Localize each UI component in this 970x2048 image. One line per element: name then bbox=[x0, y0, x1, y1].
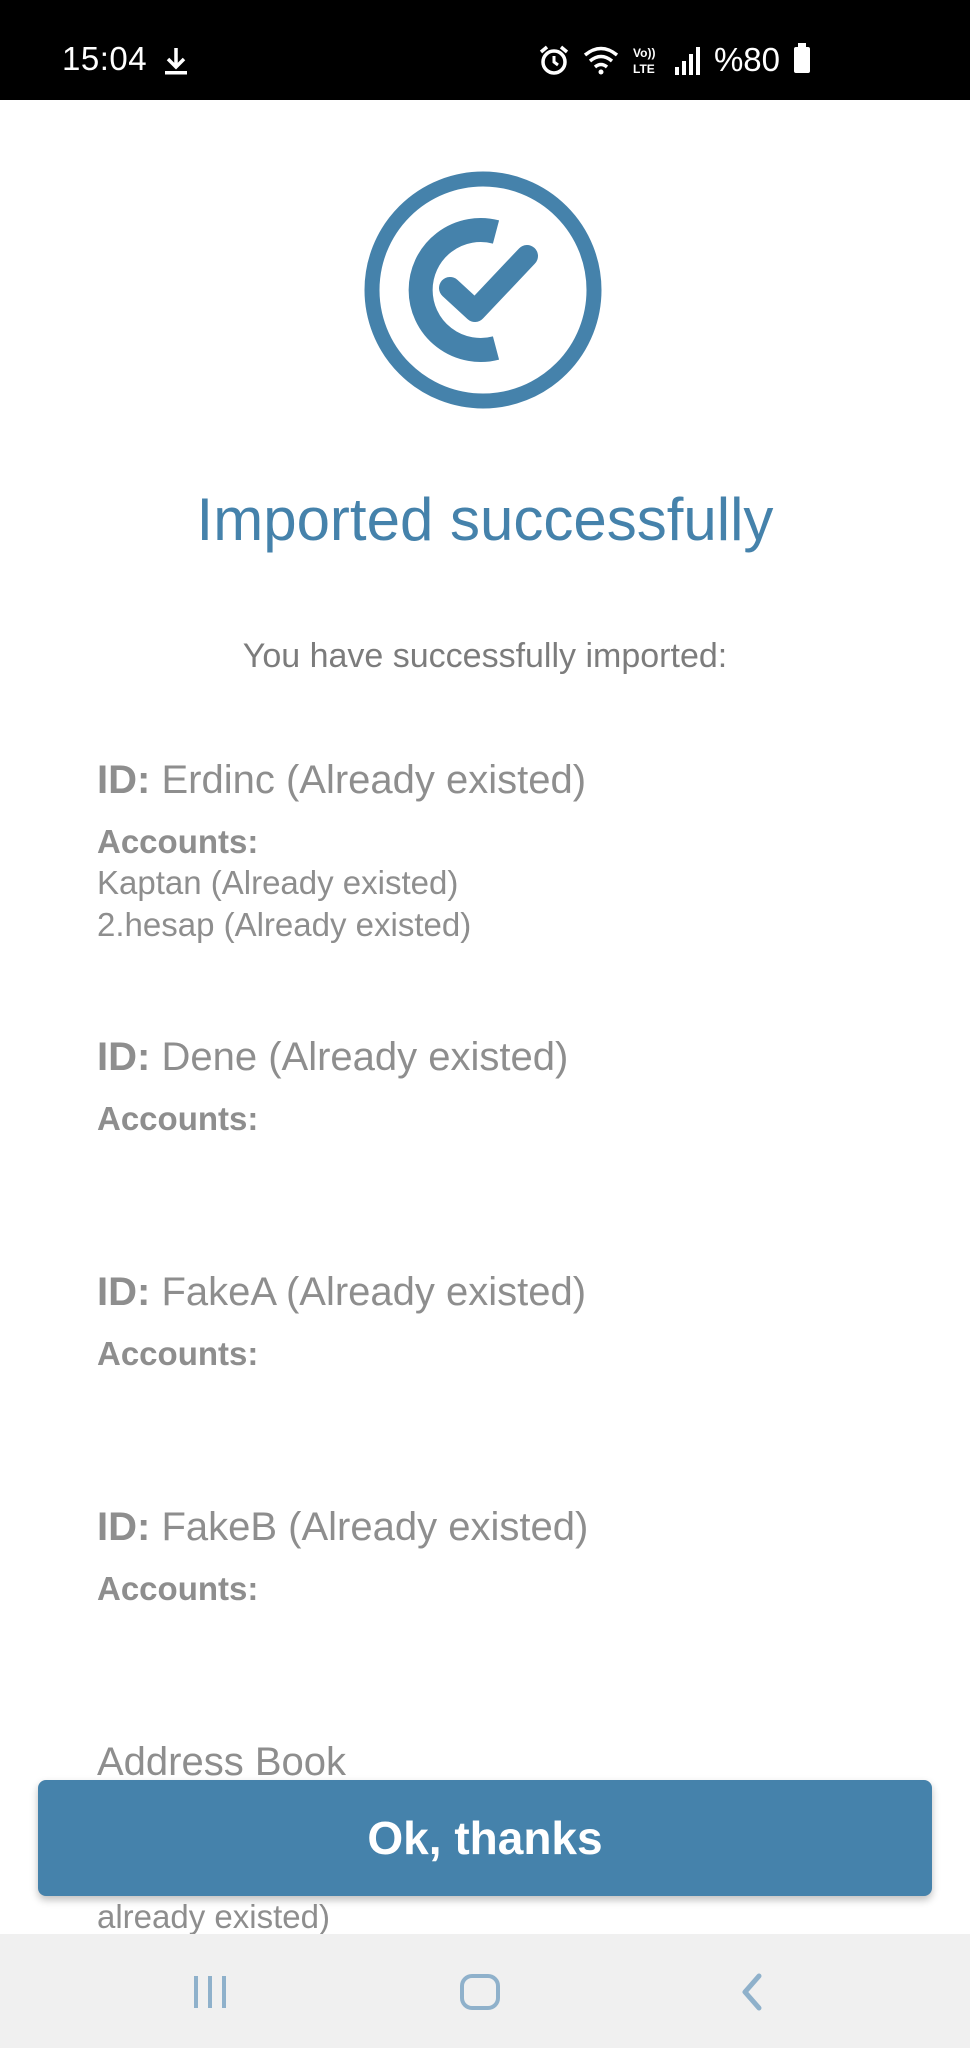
status-time: 15:04 bbox=[62, 40, 148, 77]
volte-icon: Vo)) LTE bbox=[633, 46, 655, 76]
recents-icon bbox=[194, 1976, 226, 2008]
import-result-screen: Imported successfully You have successfu… bbox=[0, 100, 970, 1934]
status-icons: Vo)) LTE %80 bbox=[538, 40, 810, 80]
accounts-label: Accounts: bbox=[97, 1100, 259, 1137]
back-button[interactable] bbox=[723, 1964, 783, 2020]
signal-icon bbox=[674, 47, 700, 75]
entry-id: ID: Dene (Already existed) bbox=[97, 1033, 897, 1081]
accounts-label: Accounts: bbox=[97, 1570, 259, 1607]
svg-text:Vo)): Vo)) bbox=[633, 46, 655, 60]
entry-id: ID: FakeA (Already existed) bbox=[97, 1268, 897, 1316]
accounts-label: Accounts: bbox=[97, 1335, 259, 1372]
entry-id-value: Dene (Already existed) bbox=[161, 1035, 569, 1079]
battery-percentage: %80 bbox=[713, 41, 780, 78]
import-entry: ID: Erdinc (Already existed) Accounts: K… bbox=[97, 756, 897, 946]
account-item: 2.hesap (Already existed) bbox=[97, 906, 472, 943]
download-icon bbox=[165, 48, 187, 75]
import-entry: ID: FakeB (Already existed) Accounts: bbox=[97, 1503, 897, 1609]
page-title: Imported successfully bbox=[196, 486, 774, 553]
status-bar: 15:04 Vo)) LTE %80 bbox=[0, 0, 970, 100]
navigation-bar bbox=[0, 1934, 970, 2048]
entry-id-value: FakeA (Already existed) bbox=[161, 1270, 587, 1314]
wifi-icon bbox=[583, 46, 619, 75]
import-entry: ID: Dene (Already existed) Accounts: bbox=[97, 1033, 897, 1139]
entry-id-value: FakeB (Already existed) bbox=[161, 1505, 589, 1549]
address-book-status: already existed) bbox=[97, 1898, 330, 1934]
back-icon bbox=[742, 1973, 762, 2011]
id-prefix: ID: bbox=[97, 758, 151, 802]
id-prefix: ID: bbox=[97, 1270, 151, 1314]
svg-text:LTE: LTE bbox=[633, 62, 655, 76]
entry-id: ID: FakeB (Already existed) bbox=[97, 1503, 897, 1551]
entry-id: ID: Erdinc (Already existed) bbox=[97, 756, 897, 804]
ok-thanks-button[interactable]: Ok, thanks bbox=[38, 1780, 932, 1896]
success-check-icon bbox=[364, 171, 602, 409]
home-button[interactable] bbox=[450, 1964, 510, 2020]
page-subtitle: You have successfully imported: bbox=[242, 637, 728, 675]
address-book-label: Address Book bbox=[97, 1740, 347, 1784]
account-item: Kaptan (Already existed) bbox=[97, 864, 459, 901]
accounts-label: Accounts: bbox=[97, 823, 259, 860]
entry-id-value: Erdinc (Already existed) bbox=[161, 758, 587, 802]
import-entry: ID: FakeA (Already existed) Accounts: bbox=[97, 1268, 897, 1374]
id-prefix: ID: bbox=[97, 1035, 151, 1079]
recents-button[interactable] bbox=[180, 1964, 240, 2020]
id-prefix: ID: bbox=[97, 1505, 151, 1549]
home-icon bbox=[460, 1974, 500, 2010]
alarm-icon bbox=[539, 45, 569, 75]
battery-icon bbox=[794, 43, 810, 73]
